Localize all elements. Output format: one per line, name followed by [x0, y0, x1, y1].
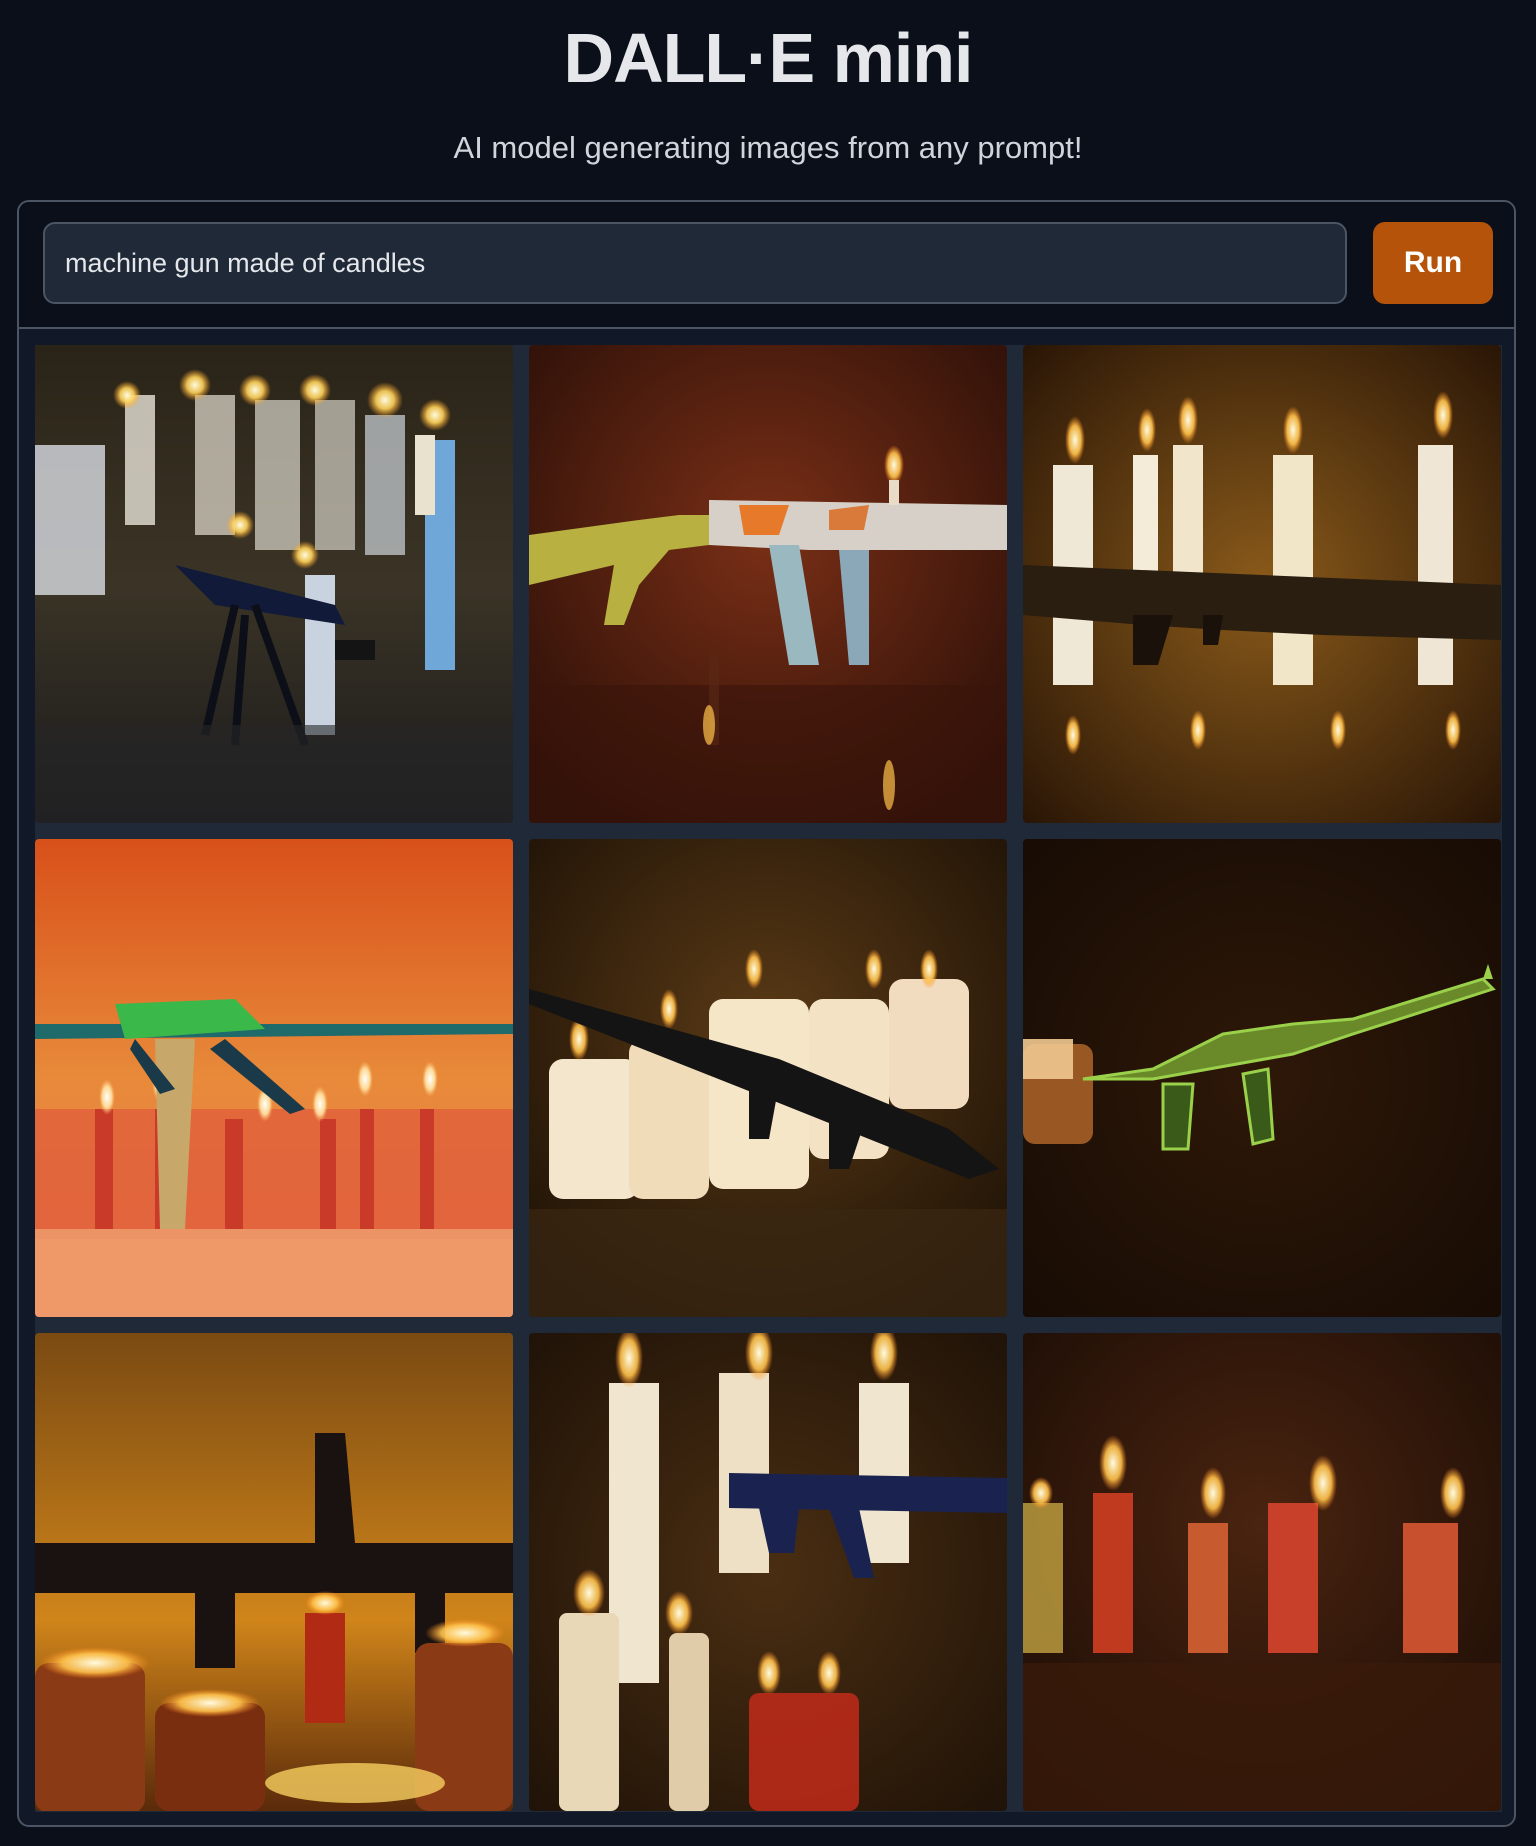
generated-image-9[interactable]	[1023, 1333, 1501, 1811]
candles-gun-image-8	[529, 1333, 1007, 1811]
app-title: DALL·E mini	[563, 19, 974, 97]
generated-image-2[interactable]	[529, 345, 1007, 823]
generated-image-8[interactable]	[529, 1333, 1007, 1811]
candles-gun-image-3	[1023, 345, 1501, 823]
candles-gun-image-5	[529, 839, 1007, 1317]
image-gallery	[35, 345, 1502, 1812]
candles-gun-image-7	[35, 1333, 513, 1811]
app-subtitle: AI model generating images from any prom…	[453, 130, 1083, 165]
generated-image-1[interactable]	[35, 345, 513, 823]
candles-gun-image-6	[1023, 839, 1501, 1317]
dalle-mini-page: DALL·E mini AI model generating images f…	[0, 0, 1536, 1846]
generated-image-5[interactable]	[529, 839, 1007, 1317]
run-button[interactable]: Run	[1373, 222, 1493, 304]
candles-gun-image-9	[1023, 1333, 1501, 1811]
candles-gun-image-1	[35, 345, 513, 823]
generated-image-7[interactable]	[35, 1333, 513, 1811]
generated-image-3[interactable]	[1023, 345, 1501, 823]
generated-image-6[interactable]	[1023, 839, 1501, 1317]
candles-gun-image-4	[35, 839, 513, 1317]
generator-panel: Run	[17, 200, 1516, 1827]
prompt-input[interactable]	[43, 222, 1347, 304]
generated-image-4[interactable]	[35, 839, 513, 1317]
candles-gun-image-2	[529, 345, 1007, 823]
prompt-toolbar: Run	[19, 202, 1514, 329]
